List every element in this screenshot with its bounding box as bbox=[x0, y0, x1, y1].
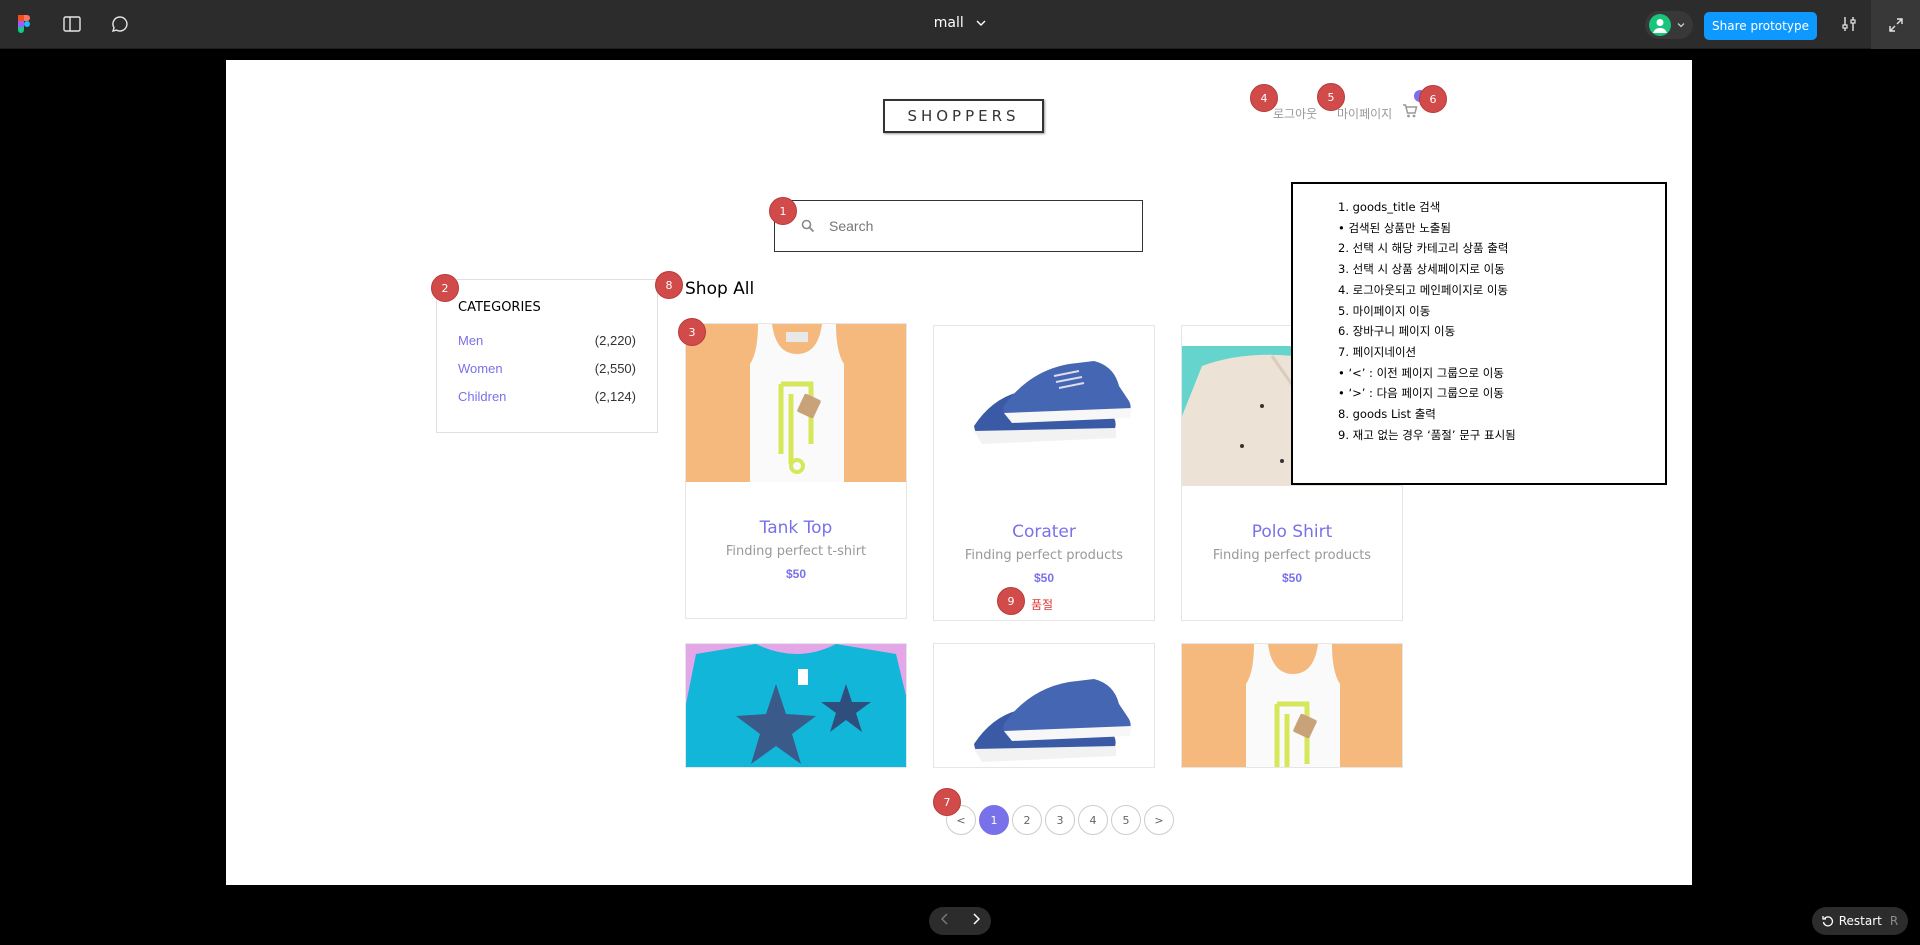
product-name[interactable]: Tank Top bbox=[686, 518, 906, 538]
prototype-navigation bbox=[929, 907, 991, 935]
file-name-menu[interactable]: mall bbox=[934, 15, 986, 31]
search-input[interactable] bbox=[829, 218, 1119, 234]
figma-logo-icon[interactable] bbox=[12, 12, 36, 36]
category-count: (2,124) bbox=[594, 389, 636, 404]
annotation-marker-3: 3 bbox=[678, 318, 706, 346]
product-card[interactable] bbox=[1181, 643, 1403, 768]
page-next-button[interactable]: > bbox=[1144, 805, 1174, 835]
search-box[interactable] bbox=[774, 200, 1143, 252]
annotation-marker-7: 7 bbox=[933, 788, 961, 816]
category-name[interactable]: Women bbox=[458, 361, 503, 376]
annotation-marker-4: 4 bbox=[1250, 84, 1278, 112]
expand-icon bbox=[1889, 18, 1903, 32]
annotation-marker-6: 6 bbox=[1419, 85, 1447, 113]
user-menu[interactable] bbox=[1645, 11, 1693, 39]
note-line: • ‘>’ : 다음 페이지 그룹으로 이동 bbox=[1338, 386, 1504, 401]
note-line: 3. 선택 시 상품 상세페이지로 이동 bbox=[1338, 262, 1505, 277]
tank-top-image bbox=[686, 324, 906, 482]
product-description: Finding perfect products bbox=[1212, 548, 1372, 563]
annotation-marker-8: 8 bbox=[655, 271, 683, 299]
category-name[interactable]: Men bbox=[458, 333, 483, 348]
spec-notes-box: 1. goods_title 검색 • 검색된 상품만 노출됨 2. 선택 시 … bbox=[1291, 182, 1667, 485]
product-card[interactable]: Tank Top Finding perfect t-shirt $50 bbox=[685, 323, 907, 619]
tank-top-image bbox=[1182, 644, 1402, 767]
note-line: 1. goods_title 검색 bbox=[1338, 200, 1441, 214]
blue-sneakers-image bbox=[934, 644, 1154, 767]
annotation-marker-5: 5 bbox=[1317, 83, 1345, 111]
annotation-marker-9: 9 bbox=[997, 587, 1025, 615]
figma-toolbar: mall Share prototype bbox=[0, 0, 1920, 49]
category-item-children[interactable]: Children (2,124) bbox=[458, 389, 636, 404]
prototype-frame: SHOPPERS 로그아웃 마이페이지 CATEGORIES Men (2,22… bbox=[226, 60, 1692, 885]
product-name[interactable]: Polo Shirt bbox=[1182, 522, 1402, 542]
product-card[interactable] bbox=[685, 643, 907, 768]
page-button-1[interactable]: 1 bbox=[979, 805, 1009, 835]
site-logo[interactable]: SHOPPERS bbox=[883, 99, 1044, 133]
chevron-down-icon bbox=[1677, 23, 1685, 28]
category-count: (2,220) bbox=[594, 333, 636, 348]
note-line: 9. 재고 없는 경우 ‘품절’ 문구 표시됨 bbox=[1338, 427, 1516, 442]
restart-shortcut-key: R bbox=[1889, 914, 1899, 928]
product-description: Finding perfect t-shirt bbox=[725, 544, 867, 559]
file-name: mall bbox=[933, 15, 964, 31]
chevron-left-icon bbox=[940, 913, 948, 925]
file-title-area: mall bbox=[0, 15, 1920, 31]
soldout-label: 품절 bbox=[1031, 598, 1054, 612]
cart-icon[interactable] bbox=[1402, 103, 1418, 124]
note-line: 2. 선택 시 해당 카테고리 상품 출력 bbox=[1338, 241, 1509, 256]
sidebar-toggle-icon[interactable] bbox=[60, 12, 84, 36]
category-name[interactable]: Children bbox=[458, 389, 506, 404]
product-price: $50 bbox=[1281, 571, 1303, 585]
note-line: 8. goods List 출력 bbox=[1338, 407, 1436, 422]
next-frame-button[interactable] bbox=[972, 912, 980, 930]
restart-label: Restart bbox=[1838, 914, 1882, 928]
annotation-marker-2: 2 bbox=[431, 274, 459, 302]
avatar bbox=[1649, 14, 1671, 36]
mypage-link[interactable]: 마이페이지 bbox=[1337, 105, 1392, 122]
comment-icon[interactable] bbox=[108, 12, 132, 36]
category-item-women[interactable]: Women (2,550) bbox=[458, 361, 636, 376]
category-count: (2,550) bbox=[594, 361, 636, 376]
shop-all-title: Shop All bbox=[685, 279, 755, 299]
product-card[interactable] bbox=[933, 643, 1155, 768]
note-line: • ‘<’ : 이전 페이지 그룹으로 이동 bbox=[1338, 365, 1504, 380]
note-line: 5. 마이페이지 이동 bbox=[1338, 303, 1431, 318]
product-name[interactable]: Corater bbox=[934, 522, 1154, 542]
product-card[interactable]: Corater Finding perfect products $50 bbox=[933, 325, 1155, 621]
previous-frame-button[interactable] bbox=[940, 912, 949, 930]
categories-panel: CATEGORIES Men (2,220) Women (2,550) Chi… bbox=[436, 279, 658, 433]
annotation-marker-1: 1 bbox=[769, 197, 797, 225]
product-price: $50 bbox=[1033, 571, 1055, 585]
fullscreen-button[interactable] bbox=[1871, 0, 1920, 49]
chevron-right-icon bbox=[972, 913, 980, 925]
page-button-4[interactable]: 4 bbox=[1078, 805, 1108, 835]
pagination: < 1 2 3 4 5 > bbox=[946, 805, 1174, 835]
settings-sliders-icon[interactable] bbox=[1837, 12, 1861, 36]
note-line: 7. 페이지네이션 bbox=[1338, 344, 1417, 359]
chevron-down-icon bbox=[976, 20, 986, 26]
blue-sneakers-image bbox=[934, 326, 1154, 486]
page-button-5[interactable]: 5 bbox=[1111, 805, 1141, 835]
restart-icon bbox=[1822, 916, 1833, 927]
share-prototype-button[interactable]: Share prototype bbox=[1704, 12, 1817, 40]
page-button-2[interactable]: 2 bbox=[1012, 805, 1042, 835]
product-price: $50 bbox=[785, 567, 807, 581]
note-line: 6. 장바구니 페이지 이동 bbox=[1338, 324, 1456, 339]
restart-button[interactable]: Restart R bbox=[1812, 907, 1908, 935]
logout-link[interactable]: 로그아웃 bbox=[1273, 105, 1317, 122]
categories-title: CATEGORIES bbox=[458, 300, 541, 315]
note-line: • 검색된 상품만 노출됨 bbox=[1338, 220, 1451, 235]
search-icon bbox=[801, 219, 815, 233]
blue-tshirt-image bbox=[686, 644, 906, 767]
category-item-men[interactable]: Men (2,220) bbox=[458, 333, 636, 348]
page-button-3[interactable]: 3 bbox=[1045, 805, 1075, 835]
note-line: 4. 로그아웃되고 메인페이지로 이동 bbox=[1338, 282, 1509, 297]
product-description: Finding perfect products bbox=[964, 548, 1124, 563]
